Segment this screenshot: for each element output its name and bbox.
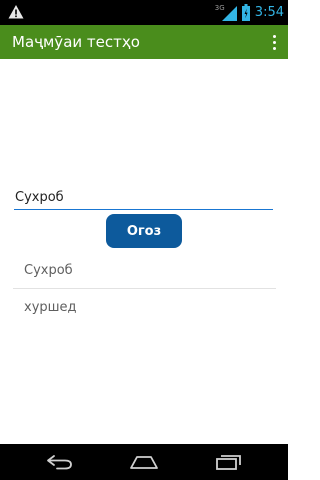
list-item[interactable]: хуршед [13, 289, 276, 326]
recents-button[interactable] [199, 444, 259, 480]
action-bar: Маҷмӯаи тестҳо [0, 25, 288, 59]
status-bar: 3G 3:54 [0, 0, 288, 25]
overflow-menu-icon[interactable] [268, 31, 280, 53]
warning-icon [8, 5, 24, 19]
name-list: Сухроб хуршед [13, 252, 276, 326]
name-input[interactable] [14, 186, 273, 210]
back-icon [47, 455, 72, 470]
menu-dot [272, 46, 276, 50]
home-icon [130, 456, 158, 469]
back-button[interactable] [30, 444, 90, 480]
recents-icon [216, 455, 241, 470]
signal-indicator: 3G [215, 2, 239, 24]
home-button[interactable] [114, 444, 174, 480]
navigation-bar [0, 444, 288, 480]
signal-icon [221, 5, 237, 21]
list-item[interactable]: Сухроб [13, 252, 276, 289]
status-clock: 3:54 [254, 5, 284, 20]
menu-dot [272, 34, 276, 38]
app-title: Маҷмӯаи тестҳо [12, 33, 140, 51]
battery-icon [241, 4, 250, 21]
menu-dot [272, 40, 276, 44]
submit-button[interactable]: Огоз [106, 214, 182, 248]
status-icons: 3G 3:54 [215, 0, 284, 25]
